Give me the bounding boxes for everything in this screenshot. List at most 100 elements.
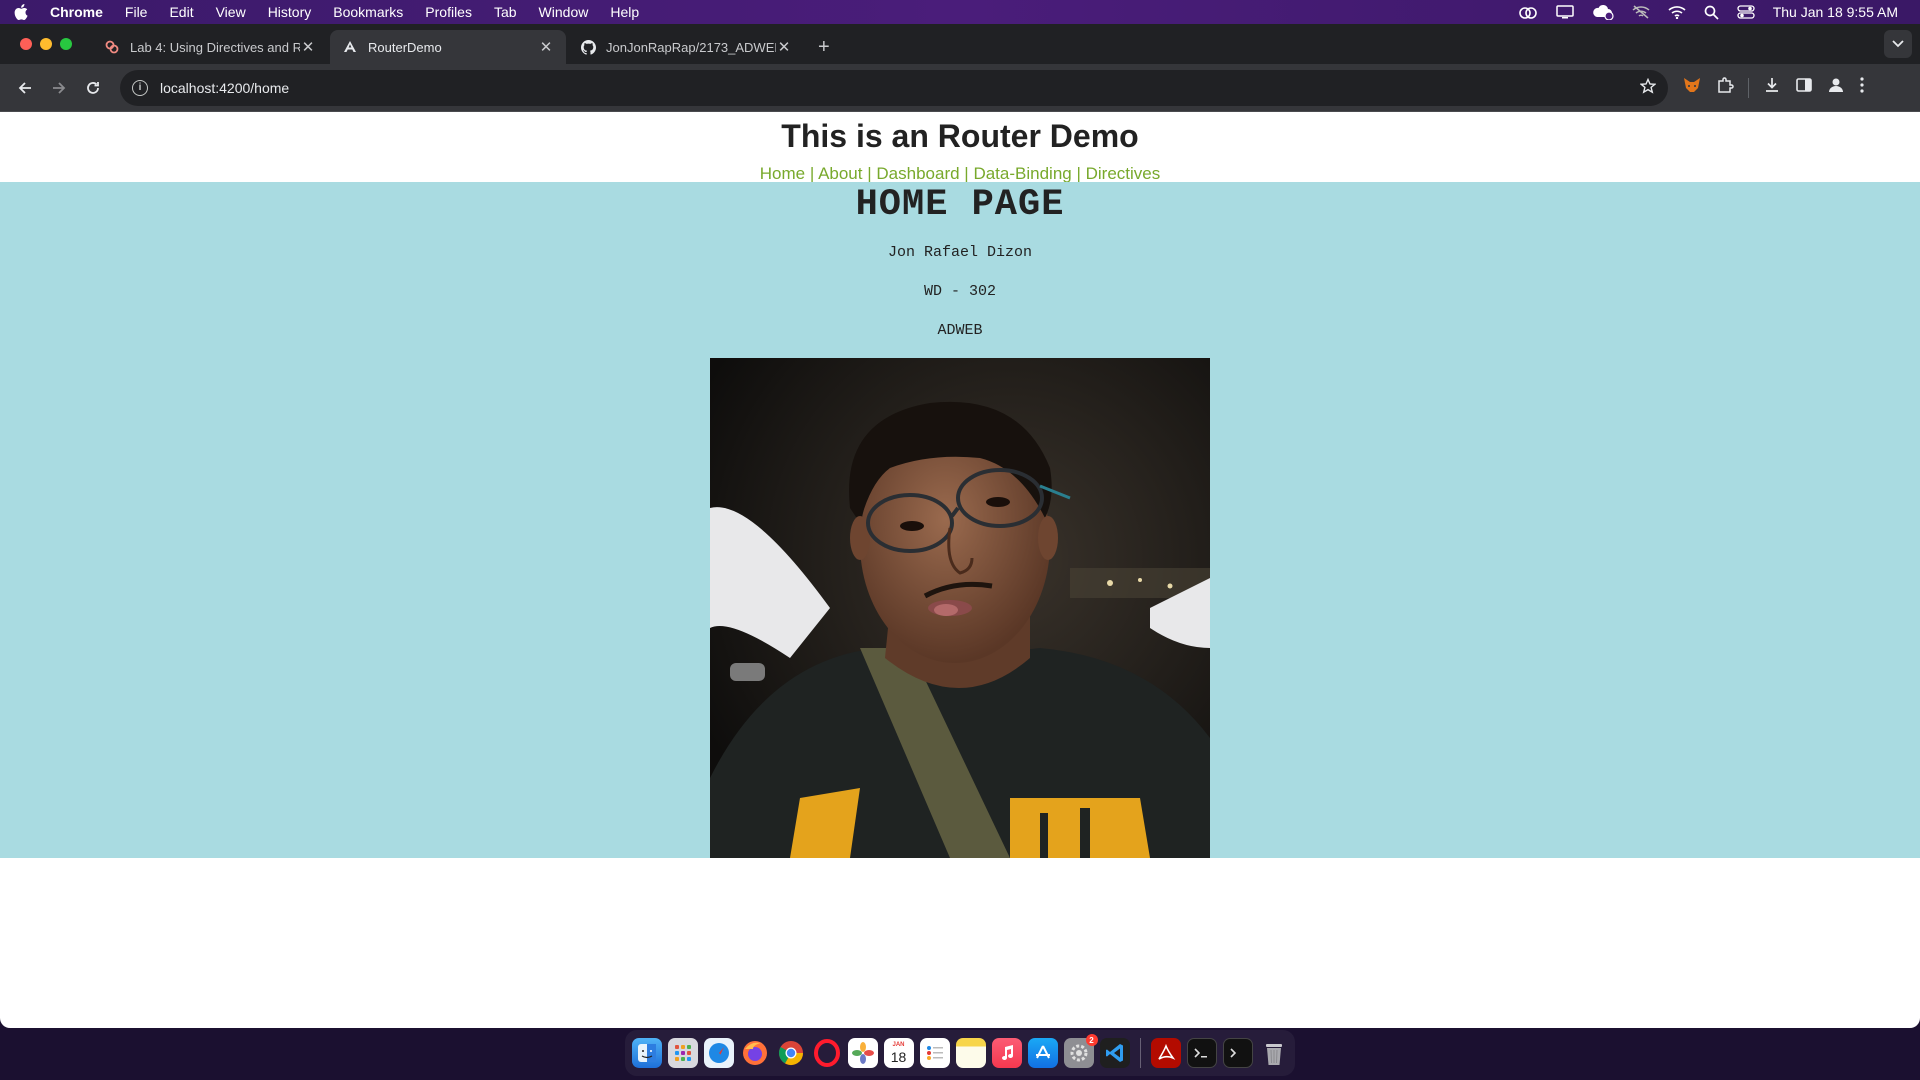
finder-icon[interactable]	[631, 1038, 662, 1068]
control-center-icon[interactable]	[1737, 5, 1755, 19]
app-store-icon[interactable]	[1027, 1038, 1058, 1068]
nav-separator: |	[1076, 164, 1081, 183]
new-tab-button[interactable]: +	[806, 30, 842, 64]
music-icon[interactable]	[991, 1038, 1022, 1068]
menu-window[interactable]: Window	[539, 4, 589, 20]
settings-badge: 2	[1085, 1034, 1098, 1046]
calendar-month: JAN	[892, 1042, 905, 1048]
calendar-icon[interactable]: JAN 18	[883, 1038, 914, 1068]
nav-link-dashboard[interactable]: Dashboard	[876, 164, 959, 183]
nav-separator: |	[809, 164, 815, 183]
wifi-off-icon[interactable]	[1632, 5, 1650, 19]
github-icon	[580, 39, 596, 55]
safari-icon[interactable]	[703, 1038, 734, 1068]
address-bar[interactable]: i localhost:4200/home	[120, 69, 1668, 106]
close-tab-icon[interactable]: ✕	[538, 38, 554, 56]
extensions-puzzle-icon[interactable]	[1716, 76, 1734, 99]
student-name: Jon Rafael Dizon	[887, 244, 1033, 261]
maximize-window-button[interactable]	[60, 38, 72, 50]
menu-bar-clock[interactable]: Thu Jan 18 9:55 AM	[1773, 4, 1898, 20]
menu-help[interactable]: Help	[610, 4, 639, 20]
launchpad-icon[interactable]	[667, 1038, 698, 1068]
menu-app-name[interactable]: Chrome	[50, 4, 103, 20]
tab-search-button[interactable]	[1884, 30, 1912, 58]
browser-tab-strip: Lab 4: Using Directives and R ✕ RouterDe…	[0, 24, 1920, 64]
page-viewport: This is an Router Demo Home | About | Da…	[0, 112, 1920, 1028]
tab-title: RouterDemo	[368, 39, 442, 55]
tab-lab4[interactable]: Lab 4: Using Directives and R ✕	[92, 30, 328, 64]
nav-separator: |	[867, 164, 872, 183]
notes-icon[interactable]	[955, 1038, 986, 1068]
nav-link-about[interactable]: About	[818, 164, 862, 183]
angular-icon	[342, 39, 358, 55]
menu-history[interactable]: History	[268, 4, 312, 20]
nav-link-data-binding[interactable]: Data-Binding	[973, 164, 1071, 183]
dock-separator	[1139, 1038, 1141, 1068]
reload-button[interactable]	[76, 71, 110, 105]
minimize-window-button[interactable]	[40, 38, 52, 50]
toolbar-divider	[1748, 77, 1749, 98]
side-panel-icon[interactable]	[1795, 76, 1813, 99]
calendar-day: 18	[890, 1049, 907, 1065]
tab-github[interactable]: JonJonRapRap/2173_ADWEB ✕	[568, 30, 804, 64]
vscode-icon[interactable]	[1099, 1038, 1130, 1068]
terminal-window-icon[interactable]	[1222, 1038, 1253, 1068]
browser-toolbar: i localhost:4200/home	[0, 64, 1920, 112]
close-tab-icon[interactable]: ✕	[300, 38, 316, 56]
url-text[interactable]: localhost:4200/home	[160, 80, 1640, 96]
metamask-extension-icon[interactable]	[1682, 76, 1702, 99]
bookmark-star-icon[interactable]	[1639, 77, 1657, 97]
tab-routerdemo[interactable]: RouterDemo ✕	[330, 30, 566, 64]
toolbar-actions	[1682, 76, 1865, 99]
acrobat-icon[interactable]	[1150, 1038, 1181, 1068]
arrow-right-icon	[53, 81, 66, 94]
menu-edit[interactable]: Edit	[169, 4, 193, 20]
course-name: ADWEB	[937, 322, 983, 339]
display-icon[interactable]	[1555, 5, 1574, 19]
nav-link-directives[interactable]: Directives	[1086, 164, 1161, 183]
site-info-icon[interactable]: i	[132, 79, 148, 96]
creative-cloud-icon[interactable]	[1518, 5, 1538, 19]
lab-favicon-icon	[104, 39, 120, 55]
search-icon[interactable]	[1704, 5, 1719, 20]
tab-title: JonJonRapRap/2173_ADWEB	[606, 39, 776, 55]
student-section: WD - 302	[923, 283, 996, 300]
menu-view[interactable]: View	[216, 4, 246, 20]
menu-bar-status-area: Thu Jan 18 9:55 AM	[1518, 4, 1906, 20]
profile-avatar-icon[interactable]	[1827, 76, 1845, 99]
menu-tab[interactable]: Tab	[494, 4, 517, 20]
close-window-button[interactable]	[20, 38, 32, 50]
profile-photo	[710, 358, 1210, 858]
trash-icon[interactable]	[1259, 1038, 1289, 1068]
close-tab-icon[interactable]: ✕	[776, 38, 792, 56]
forward-button[interactable]	[42, 71, 76, 105]
nav-separator: |	[964, 164, 969, 183]
nav-link-home[interactable]: Home	[760, 164, 805, 183]
back-button[interactable]	[8, 71, 42, 105]
macos-menu-bar: Chrome File Edit View History Bookmarks …	[0, 0, 1920, 24]
reload-icon	[87, 81, 99, 94]
download-icon[interactable]	[1763, 76, 1781, 99]
terminal-icon[interactable]	[1186, 1038, 1217, 1068]
apple-menu-icon[interactable]	[14, 4, 32, 20]
tab-title: Lab 4: Using Directives and R	[130, 39, 300, 55]
macos-dock: JAN 18 2	[625, 1030, 1295, 1076]
window-controls	[0, 24, 92, 64]
chevron-down-icon	[1892, 40, 1904, 48]
firefox-icon[interactable]	[740, 1038, 770, 1068]
photos-icon[interactable]	[847, 1038, 878, 1068]
reminders-icon[interactable]	[919, 1038, 950, 1068]
menu-file[interactable]: File	[125, 4, 148, 20]
page-title: This is an Router Demo	[781, 118, 1139, 154]
more-menu-icon[interactable]	[1859, 76, 1865, 99]
home-section: HOME PAGE Jon Rafael Dizon WD - 302 ADWE…	[0, 182, 1920, 858]
chrome-icon[interactable]	[776, 1038, 806, 1068]
arrow-left-icon	[18, 81, 31, 94]
wifi-icon[interactable]	[1668, 5, 1686, 19]
opera-icon[interactable]	[812, 1038, 842, 1068]
menu-profiles[interactable]: Profiles	[425, 4, 472, 20]
menu-bookmarks[interactable]: Bookmarks	[333, 4, 403, 20]
cloud-sync-icon[interactable]	[1592, 4, 1614, 20]
system-settings-icon[interactable]: 2	[1063, 1034, 1098, 1068]
home-heading: HOME PAGE	[855, 184, 1065, 226]
